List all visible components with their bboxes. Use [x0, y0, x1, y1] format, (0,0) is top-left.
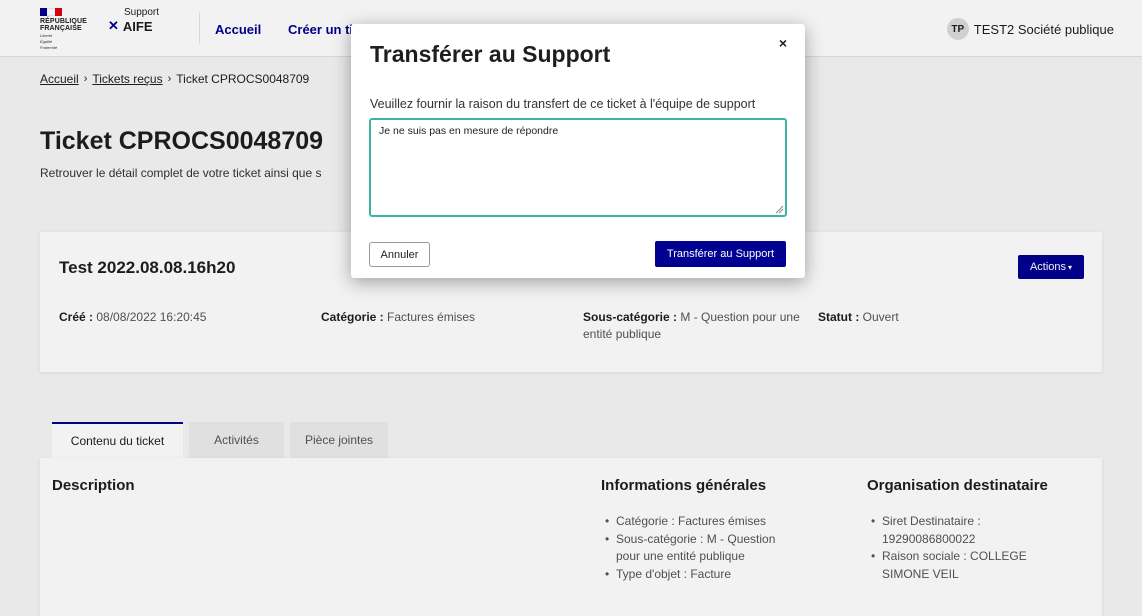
modal-title: Transférer au Support: [370, 41, 611, 67]
cancel-button[interactable]: Annuler: [369, 242, 430, 267]
close-icon[interactable]: ×: [779, 35, 787, 51]
transfer-modal: Transférer au Support × Veuillez fournir…: [351, 24, 805, 278]
reason-textarea[interactable]: Je ne suis pas en mesure de répondre: [369, 118, 787, 217]
reason-label: Veuillez fournir la raison du transfert …: [370, 97, 756, 111]
transfer-button[interactable]: Transférer au Support: [655, 241, 786, 267]
